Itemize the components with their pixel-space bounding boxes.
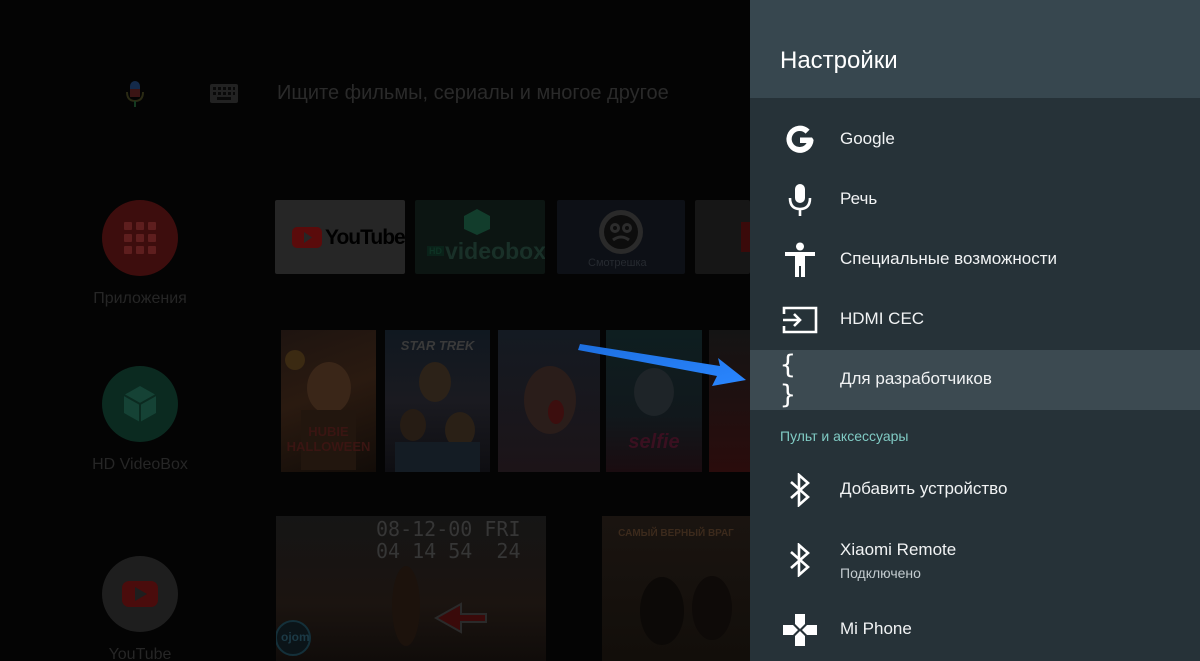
poster-star-trek-title: STAR TREK (400, 338, 475, 353)
accessibility-icon (780, 242, 820, 278)
video-thumb-1[interactable]: 08-12-00 FRI 04 14 54 24 ojom (276, 516, 546, 661)
settings-header: Настройки (750, 0, 1200, 98)
settings-item-xiaomi-remote[interactable]: Xiaomi Remote Подключено (750, 530, 1200, 590)
apps-shortcut[interactable]: Приложения (85, 200, 195, 308)
videobox-tile-label: videobox (445, 238, 545, 264)
video-thumb-1-art (276, 566, 487, 656)
settings-item-mi-phone-label: Mi Phone (840, 619, 912, 638)
voice-search-icon[interactable] (123, 80, 147, 108)
hdmi-input-icon (780, 302, 820, 338)
settings-item-accessibility-label: Специальные возможности (840, 249, 1058, 268)
settings-item-xiaomi-remote-label: Xiaomi Remote (840, 540, 957, 559)
home-screen: Ищите фильмы, сериалы и многое другое Пр… (0, 0, 750, 661)
smotreshka-owl-icon (599, 210, 643, 254)
smotreshka-tile-label: Смотрешка (588, 257, 647, 269)
videobox-hd-badge: HD (427, 246, 444, 256)
video-thumb-1-logo: ojom (281, 630, 310, 644)
videobox-cube-icon (464, 209, 490, 235)
hd-videobox-shortcut-label: HD VideoBox (92, 456, 188, 473)
hd-videobox-shortcut[interactable]: HD VideoBox (85, 366, 195, 474)
section-remotes-accessories: Пульт и аксессуары (780, 428, 909, 444)
youtube-logo-icon (102, 556, 178, 632)
settings-item-xiaomi-remote-status: Подключено (840, 565, 921, 581)
settings-item-add-device-label: Добавить устройство (840, 479, 1008, 498)
partial-app-logo (741, 222, 750, 252)
video-thumb-2-art (640, 576, 732, 645)
settings-item-hdmi-cec[interactable]: HDMI CEC (750, 290, 1200, 350)
apps-shortcut-label: Приложения (93, 290, 187, 307)
mic-icon (780, 182, 820, 218)
videobox-tile[interactable]: HD videobox (415, 200, 545, 274)
gamepad-icon (780, 612, 820, 648)
braces-icon: { } (780, 350, 800, 410)
google-g-icon (780, 122, 820, 158)
settings-item-speech-label: Речь (840, 189, 878, 208)
youtube-shortcut-label: YouTube (108, 646, 172, 661)
search-hint[interactable]: Ищите фильмы, сериалы и многое другое (277, 82, 669, 105)
partial-app-tile[interactable] (695, 200, 750, 274)
settings-item-speech[interactable]: Речь (750, 170, 1200, 230)
settings-item-hdmi-cec-label: HDMI CEC (840, 309, 925, 328)
apps-grid-icon (102, 200, 178, 276)
settings-item-developer-label: Для разработчиков (840, 369, 992, 388)
settings-item-accessibility[interactable]: Специальные возможности (750, 230, 1200, 290)
youtube-tile-label: YouTube (325, 226, 405, 249)
hd-videobox-logo-icon (102, 366, 178, 442)
poster-selfie-title: selfie (628, 431, 680, 453)
settings-panel: Настройки Google Речь Специальные возмож… (750, 0, 1200, 661)
poster-hubie-title: HUBIE HALLOWEEN (286, 424, 371, 454)
keyboard-icon[interactable] (210, 84, 238, 103)
poster-star-trek[interactable]: STAR TREK (385, 330, 490, 472)
settings-item-add-device[interactable]: Добавить устройство (750, 460, 1200, 520)
youtube-shortcut[interactable]: YouTube (85, 556, 195, 661)
settings-item-google-label: Google (840, 129, 895, 148)
settings-item-google[interactable]: Google (750, 110, 1200, 170)
youtube-tile[interactable]: YouTube (275, 200, 405, 274)
settings-title: Настройки (780, 47, 898, 74)
settings-item-mi-phone[interactable]: Mi Phone (750, 600, 1200, 660)
annotation-arrow (578, 344, 746, 386)
settings-item-developer[interactable]: { } Для разработчиков (750, 350, 1200, 410)
video-thumb-2[interactable]: САМЫЙ ВЕРНЫЙ ВРАГ (602, 516, 750, 661)
bluetooth-icon (780, 542, 820, 578)
bluetooth-icon (780, 472, 820, 508)
poster-hubie-halloween[interactable]: HUBIE HALLOWEEN (281, 330, 376, 472)
youtube-play-icon (292, 227, 322, 248)
smotreshka-tile[interactable]: Смотрешка (557, 200, 685, 274)
